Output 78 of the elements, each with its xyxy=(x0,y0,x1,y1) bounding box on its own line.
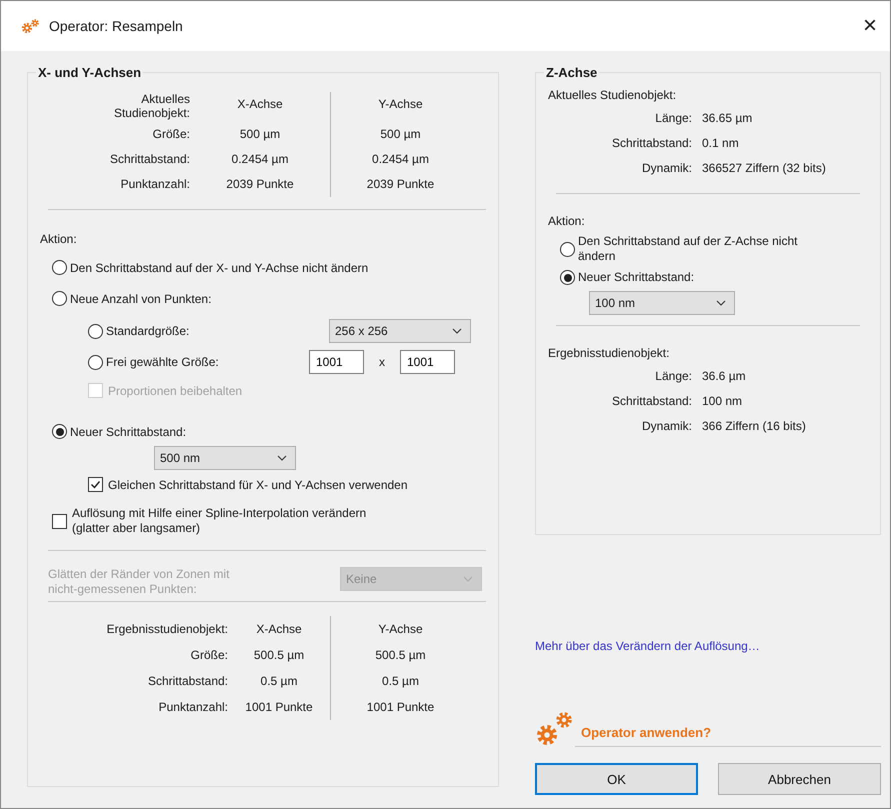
radio-label[interactable]: Den Schrittabstand auf der Z-Achse nicht ändern xyxy=(578,234,798,264)
info-value: 2039 Punkte xyxy=(330,172,470,197)
radio-button[interactable] xyxy=(52,424,67,439)
width-field[interactable]: 1001 xyxy=(309,350,364,374)
info-label: Dynamik: xyxy=(640,418,692,435)
option-label: Glätten der Ränder von Zonen mit nicht-gemessenen Punkten: xyxy=(48,567,230,597)
chevron-down-icon xyxy=(452,328,462,334)
info-value: 500 µm xyxy=(238,126,282,143)
checkbox-label[interactable]: Auflösung mit Hilfe einer Spline-Interpolation verändern (glatter aber langsamer) xyxy=(72,506,366,536)
info-label: Dynamik: xyxy=(640,160,692,177)
height-field[interactable]: 1001 xyxy=(400,350,455,374)
radio-button[interactable] xyxy=(560,242,575,256)
ok-button[interactable]: OK xyxy=(535,763,698,795)
info-value: 0.5 µm xyxy=(260,673,298,690)
info-label: Aktuelles Studienobjekt: xyxy=(112,92,190,122)
help-link[interactable]: Mehr über das Verändern der Auflösung… xyxy=(535,639,760,653)
chevron-down-icon xyxy=(277,455,287,461)
info-value: 0.5 µm xyxy=(330,668,470,694)
section-label: Aktuelles Studienobjekt: xyxy=(547,88,678,102)
radio-label[interactable]: Den Schrittabstand auf der X- und Y-Achse nicht ändern xyxy=(70,260,368,274)
info-value: 0.1 nm xyxy=(702,135,740,152)
info-value: 1001 Punkte xyxy=(330,694,470,720)
info-value: 500 µm xyxy=(330,122,470,147)
radio-label[interactable]: Neue Anzahl von Punkten: xyxy=(70,292,212,306)
prompt-title: Operator anwenden? xyxy=(575,725,881,747)
info-label: Länge: xyxy=(654,368,692,385)
radio-label[interactable]: Standardgröße: xyxy=(106,324,306,338)
chevron-down-icon xyxy=(716,300,726,306)
checkbox[interactable] xyxy=(52,514,67,528)
group-title: X- und Y-Achsen xyxy=(37,65,142,80)
info-label: Schrittabstand: xyxy=(108,151,190,168)
radio-label[interactable]: Frei gewählte Größe: xyxy=(106,355,306,369)
info-value: 500.5 µm xyxy=(330,642,470,668)
section-label: Ergebnisstudienobjekt: xyxy=(547,346,670,360)
info-label: Punktanzahl: xyxy=(158,699,228,716)
chevron-down-icon xyxy=(463,576,473,582)
close-button[interactable]: × xyxy=(850,6,890,46)
dropdown[interactable]: 100 nm xyxy=(589,291,735,315)
info-value: 2039 Punkte xyxy=(225,176,295,193)
radio-label[interactable]: Neuer Schrittabstand: xyxy=(578,270,694,285)
radio-button[interactable] xyxy=(88,354,103,370)
section-label: Aktion: xyxy=(547,214,586,228)
column-header: X-Achse xyxy=(236,96,284,113)
gears-icon xyxy=(21,18,41,34)
info-label: Größe: xyxy=(152,126,190,143)
checkbox[interactable] xyxy=(88,477,103,492)
info-label: Schrittabstand: xyxy=(146,673,228,690)
column-header: Y-Achse xyxy=(330,92,470,122)
info-value: 36.65 µm xyxy=(702,110,754,127)
info-value: 36.6 µm xyxy=(702,368,747,385)
info-value: 500.5 µm xyxy=(252,647,306,664)
info-value: 0.2454 µm xyxy=(330,147,470,172)
info-label: Größe: xyxy=(190,647,228,664)
info-label: Punktanzahl: xyxy=(120,176,190,193)
info-value: 366 Ziffern (16 bits) xyxy=(702,418,807,435)
dropdown[interactable]: 256 x 256 xyxy=(329,319,471,343)
radio-label[interactable]: Neuer Schrittabstand: xyxy=(70,424,186,438)
info-label: Schrittabstand: xyxy=(610,393,692,410)
cancel-button[interactable]: Abbrechen xyxy=(718,763,881,795)
times-sign: x xyxy=(378,355,386,369)
info-value: 100 nm xyxy=(702,393,744,410)
info-label: Ergebnisstudienobjekt: xyxy=(106,621,228,638)
dropdown[interactable]: 500 nm xyxy=(154,446,296,470)
radio-button[interactable] xyxy=(88,324,103,338)
column-header: Y-Achse xyxy=(330,616,470,642)
info-label: Schrittabstand: xyxy=(610,135,692,152)
info-label: Länge: xyxy=(654,110,692,127)
radio-button[interactable] xyxy=(52,291,67,306)
window-title: Operator: Resampeln xyxy=(49,18,183,34)
group-title: Z-Achse xyxy=(545,65,598,80)
info-value: 0.2454 µm xyxy=(230,151,290,168)
info-value: 366527 Ziffern (32 bits) xyxy=(702,160,827,177)
section-label: Aktion: xyxy=(39,232,78,246)
column-header: X-Achse xyxy=(255,621,303,638)
info-value: 1001 Punkte xyxy=(244,699,314,716)
radio-button[interactable] xyxy=(52,260,67,275)
radio-button[interactable] xyxy=(560,270,575,285)
checkbox-label[interactable]: Gleichen Schrittabstand für X- und Y-Achsen verwenden xyxy=(108,478,408,492)
